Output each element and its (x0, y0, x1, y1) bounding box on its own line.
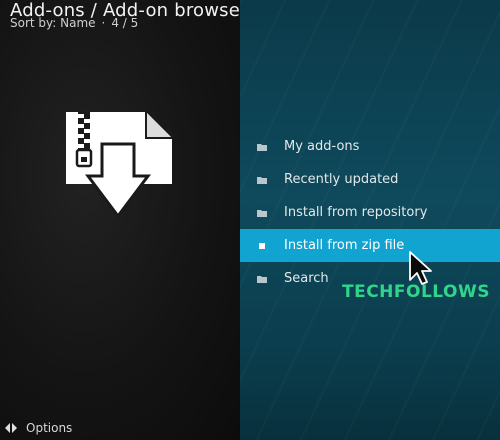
menu-item-label: Install from repository (284, 205, 428, 220)
menu-item-install-from-zip-file[interactable]: Install from zip file (240, 229, 500, 262)
sort-label: Sort by: Name (10, 16, 96, 30)
menu-item-recently-updated[interactable]: Recently updated (240, 163, 500, 196)
left-pane: Add-ons / Add-on browser Sort by: Name · 4… (0, 0, 247, 440)
mouse-pointer-icon (409, 251, 432, 285)
folder-icon (257, 175, 267, 185)
folder-icon (257, 142, 267, 152)
menu-item-label: Install from zip file (284, 238, 405, 253)
folder-icon (257, 274, 267, 284)
options-arrows-icon (5, 423, 17, 433)
addon-menu: My add-ons Recently updated Install from… (240, 130, 500, 295)
separator: · (101, 16, 106, 30)
menu-item-my-addons[interactable]: My add-ons (240, 130, 500, 163)
menu-item-label: Recently updated (284, 172, 399, 187)
menu-item-label: My add-ons (284, 139, 360, 154)
menu-item-install-from-repository[interactable]: Install from repository (240, 196, 500, 229)
folder-icon (257, 208, 267, 218)
menu-item-label: Search (284, 271, 329, 286)
zip-file-download-icon (66, 112, 172, 219)
folder-icon (257, 241, 267, 251)
sort-info: Sort by: Name · 4 / 5 (10, 16, 138, 30)
options-label: Options (26, 421, 73, 435)
item-position: 4 / 5 (111, 16, 139, 30)
options-button[interactable]: Options (4, 418, 72, 438)
